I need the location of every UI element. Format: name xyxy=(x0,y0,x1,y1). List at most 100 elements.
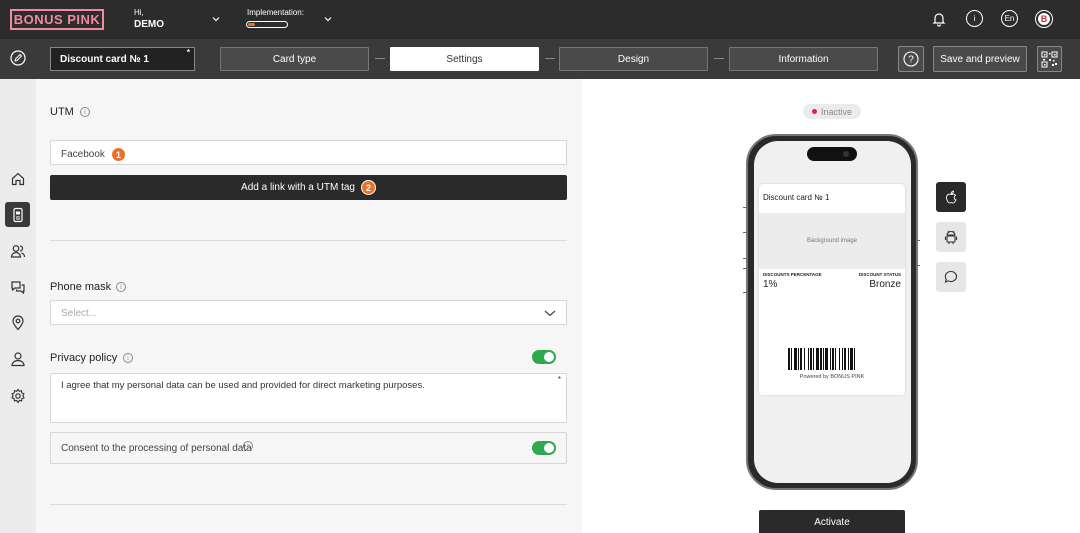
card-background-image: Background image xyxy=(759,213,905,269)
consent-toggle[interactable] xyxy=(532,441,556,455)
logo[interactable]: BONUS PINK xyxy=(10,9,104,30)
barcode-bar xyxy=(808,348,809,370)
apple-preview-button[interactable] xyxy=(936,182,966,212)
status-badge: Inactive xyxy=(803,104,861,119)
phone-notch xyxy=(807,147,857,161)
android-preview-button[interactable] xyxy=(936,222,966,252)
card-preview-title: Discount card № 1 xyxy=(763,193,830,202)
qr-code-button[interactable] xyxy=(1037,46,1062,72)
barcode-bar xyxy=(832,348,834,370)
tab-design[interactable]: Design xyxy=(559,47,708,71)
card-field-value: 1% xyxy=(763,279,778,290)
user-name: DEMO xyxy=(134,19,164,30)
utm-input[interactable]: Facebook 1 xyxy=(50,140,567,165)
consent-label: Consent to the processing of personal da… xyxy=(61,443,252,454)
android-icon xyxy=(944,230,958,244)
required-mark: * xyxy=(557,375,561,384)
step-divider xyxy=(545,58,555,59)
step-divider xyxy=(375,58,385,59)
help-button[interactable]: ? xyxy=(898,46,924,72)
barcode-bar xyxy=(848,348,849,370)
card-name-input[interactable]: Discount card № 1 * xyxy=(50,47,195,71)
location-icon xyxy=(11,314,24,330)
add-utm-link-button[interactable]: Add a link with a UTM tag 2 xyxy=(50,175,567,200)
barcode-bar xyxy=(820,348,822,370)
sidebar-item-users[interactable] xyxy=(5,346,30,371)
status-text: Inactive xyxy=(820,106,853,117)
barcode-bar xyxy=(835,348,836,370)
greeting: Hi, xyxy=(134,8,144,17)
card-field-label: DISCOUNTS PERCENTAGE xyxy=(763,272,822,277)
barcode-bar xyxy=(813,348,814,370)
info-icon[interactable]: i xyxy=(123,353,133,363)
tab-card-type[interactable]: Card type xyxy=(220,47,369,71)
phone-mask-placeholder: Select... xyxy=(61,308,98,319)
step-badge: 2 xyxy=(360,180,376,195)
powered-by: Powered by BONUS PINK xyxy=(799,374,865,380)
implementation-progress-fill xyxy=(248,23,255,26)
card-name-value: Discount card № 1 xyxy=(60,54,149,65)
barcode-bar xyxy=(800,348,802,370)
chat-icon xyxy=(10,280,25,294)
activate-button[interactable]: Activate xyxy=(759,510,905,533)
message-preview-button[interactable] xyxy=(936,262,966,292)
privacy-policy-textarea[interactable]: I agree that my personal data can be use… xyxy=(50,373,567,423)
barcode-bar xyxy=(791,348,792,370)
qr-code-icon xyxy=(1041,51,1058,67)
barcode-bar xyxy=(850,348,853,370)
home-icon xyxy=(11,172,24,185)
user-icon xyxy=(10,351,25,366)
info-icon[interactable]: i xyxy=(116,282,126,292)
barcode-bar xyxy=(854,348,855,370)
sidebar-item-messages[interactable] xyxy=(5,274,30,299)
implementation-progress xyxy=(246,21,288,28)
phone-mask-label: Phone mask xyxy=(50,281,112,293)
gear-icon xyxy=(10,388,25,403)
language-switch[interactable]: En xyxy=(1001,10,1018,27)
consent-row: Consent to the processing of personal da… xyxy=(50,432,567,464)
barcode-bar xyxy=(823,348,824,370)
barcode-bar xyxy=(844,348,846,370)
card-icon xyxy=(12,207,23,222)
svg-text:?: ? xyxy=(908,55,914,66)
chevron-down-icon[interactable] xyxy=(323,14,333,24)
apple-icon xyxy=(946,190,957,204)
message-icon xyxy=(944,270,958,283)
required-mark: * xyxy=(186,48,190,57)
divider xyxy=(50,240,567,241)
tab-settings[interactable]: Settings xyxy=(390,47,539,71)
barcode-bar xyxy=(788,348,790,370)
save-and-preview-button[interactable]: Save and preview xyxy=(933,46,1027,72)
sidebar-item-cards[interactable] xyxy=(5,202,30,227)
info-icon[interactable]: i xyxy=(80,107,90,117)
chevron-down-icon[interactable] xyxy=(211,14,221,24)
sidebar-item-clients[interactable] xyxy=(5,238,30,263)
step-divider xyxy=(714,58,724,59)
utm-value: Facebook xyxy=(61,149,105,161)
sidebar-item-locations[interactable] xyxy=(5,310,30,335)
barcode-bar xyxy=(825,348,828,370)
phone-mask-select[interactable]: Select... xyxy=(50,300,567,325)
step-badge: 1 xyxy=(110,147,126,162)
barcode-bar xyxy=(804,348,805,370)
avatar[interactable]: B xyxy=(1035,10,1053,28)
info-icon[interactable]: i xyxy=(966,10,983,27)
sidebar-item-settings[interactable] xyxy=(5,383,30,408)
privacy-policy-toggle[interactable] xyxy=(532,350,556,364)
sidebar-item-home[interactable] xyxy=(5,166,30,191)
barcode-bar xyxy=(794,348,797,370)
barcode-bar xyxy=(798,348,799,370)
edit-icon[interactable] xyxy=(10,50,26,66)
barcode-bar xyxy=(830,348,831,370)
bell-icon[interactable] xyxy=(930,10,948,28)
add-utm-link-label: Add a link with a UTM tag xyxy=(241,182,355,193)
barcode xyxy=(788,348,855,370)
chevron-down-icon xyxy=(544,310,556,317)
background-image-label: Background image xyxy=(806,238,858,244)
barcode-bar xyxy=(810,348,812,370)
info-icon[interactable]: i xyxy=(243,441,253,451)
tab-information[interactable]: Information xyxy=(729,47,878,71)
privacy-policy-label: Privacy policy xyxy=(50,352,118,364)
barcode-bar xyxy=(842,348,843,370)
card-preview: Discount card № 1 Background image DISCO… xyxy=(759,184,905,395)
